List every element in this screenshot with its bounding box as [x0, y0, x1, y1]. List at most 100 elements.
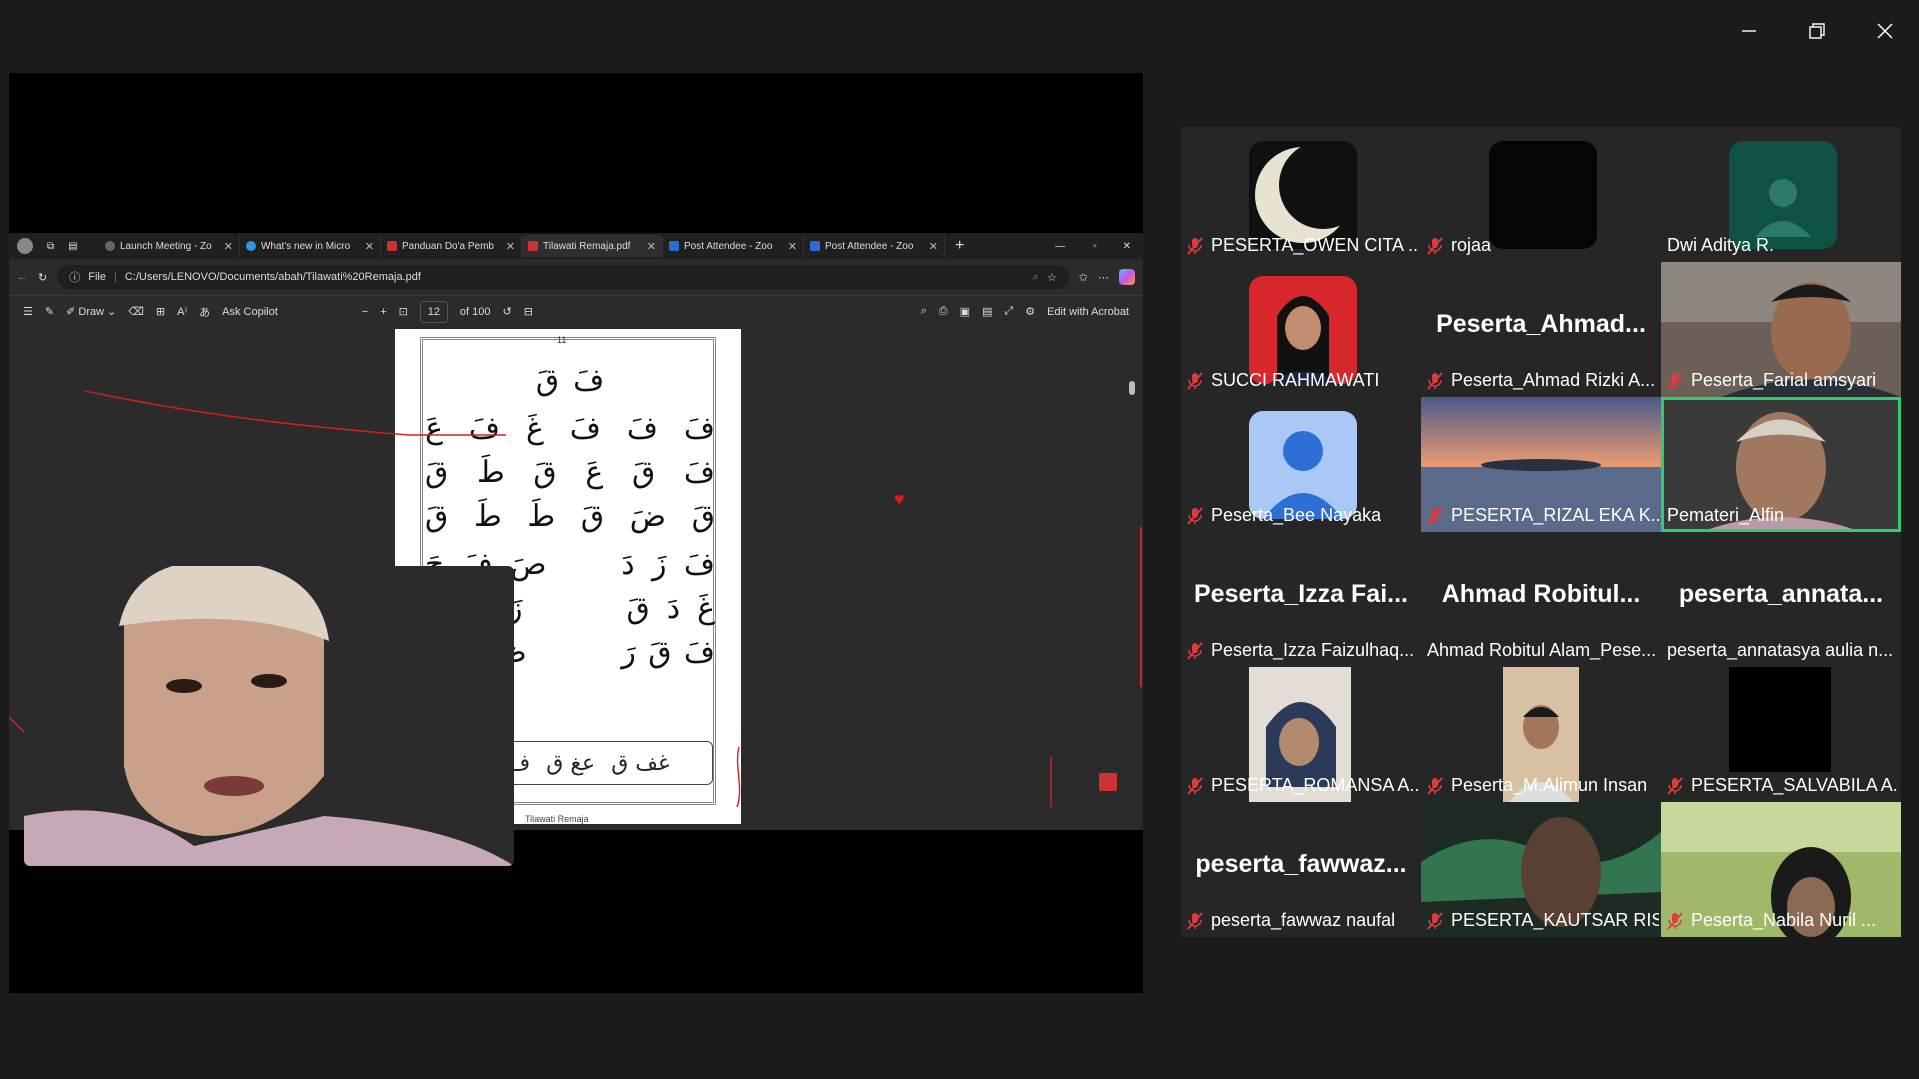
- close-tab-icon[interactable]: ✕: [929, 240, 938, 253]
- restore-button[interactable]: [1783, 0, 1851, 62]
- participant-name: rojaa: [1451, 235, 1492, 255]
- search-icon[interactable]: ⌕: [921, 305, 927, 318]
- presenter-video: [24, 566, 514, 866]
- presenter-face-image: [24, 566, 514, 866]
- participant-tile[interactable]: Peserta_Nabila Nuril ...: [1661, 802, 1901, 937]
- pdf-icon: [387, 241, 397, 251]
- participant-display-name: peserta_annata...: [1678, 580, 1884, 608]
- minimize-button[interactable]: [1715, 0, 1783, 62]
- copilot-icon[interactable]: [1119, 269, 1135, 285]
- close-button[interactable]: [1851, 0, 1919, 62]
- mic-muted-icon: [1187, 776, 1203, 795]
- zoom-out-icon[interactable]: −: [362, 306, 368, 318]
- fullscreen-icon[interactable]: ⤢: [1004, 305, 1013, 318]
- tab-bar: ⧉ ▤ Launch Meeting - Zo ✕ What's new in M…: [9, 233, 1143, 259]
- participant-name: Ahmad Robitul Alam_Pese...: [1427, 640, 1657, 660]
- address-bar-row: ← ↻ ⓘ File | C:/Users/LENOVO/Documents/a…: [9, 259, 1143, 295]
- close-tab-icon[interactable]: ✕: [506, 240, 515, 253]
- mic-muted-icon: [1427, 371, 1443, 390]
- heart-reaction-icon: ♥: [894, 489, 905, 509]
- acrobat-icon[interactable]: [1099, 773, 1117, 791]
- participant-display-name: peserta_fawwaz...: [1195, 850, 1407, 878]
- new-tab-icon[interactable]: +: [955, 237, 964, 255]
- participant-tile[interactable]: peserta_annata... peserta_annatasya auli…: [1661, 532, 1901, 667]
- participant-name: peserta_fawwaz naufal: [1211, 910, 1396, 930]
- participant-name: PESERTA_OWEN CITA ...: [1211, 235, 1419, 255]
- tab-post-attendee-1[interactable]: Post Attendee - Zoo ✕: [663, 235, 804, 257]
- tab-actions-icon[interactable]: ▤: [68, 241, 77, 252]
- zoom-icon: [810, 241, 820, 251]
- participant-tile[interactable]: Peserta_M.Alimun Insan: [1421, 667, 1661, 802]
- ask-copilot-button[interactable]: Ask Copilot: [222, 306, 278, 318]
- erase-icon[interactable]: ⌫: [128, 305, 144, 318]
- participant-tile[interactable]: PESERTA_RIZAL EKA K...: [1421, 397, 1661, 532]
- minimize-icon: [1742, 30, 1756, 32]
- collections-icon[interactable]: ⧉: [47, 241, 54, 252]
- zoom-icon[interactable]: ⌕: [1033, 271, 1039, 284]
- participant-name: peserta_annatasya aulia n...: [1667, 640, 1894, 660]
- participant-tile[interactable]: rojaa: [1421, 127, 1661, 262]
- zoom-in-icon[interactable]: +: [380, 306, 386, 318]
- participant-tile[interactable]: PESERTA_OWEN CITA ...: [1181, 127, 1421, 262]
- save-as-icon[interactable]: ▤: [982, 305, 992, 318]
- contents-icon[interactable]: ☰: [23, 305, 33, 318]
- settings-icon[interactable]: ⚙: [1025, 305, 1035, 318]
- read-aloud-icon[interactable]: A⁾: [177, 305, 187, 318]
- participant-tile[interactable]: PESERTA_ROMANSA A...: [1181, 667, 1421, 802]
- edge-icon: [246, 241, 256, 251]
- more-icon[interactable]: ⋯: [1098, 271, 1109, 284]
- participant-tile[interactable]: PESERTA_KAUTSAR RIS...: [1421, 802, 1661, 937]
- page-number-input[interactable]: 12: [419, 300, 448, 323]
- page-view-icon[interactable]: ⊟: [524, 305, 533, 318]
- tab-tilawati-remaja[interactable]: Tilawati Remaja.pdf ✕: [522, 235, 663, 257]
- mic-muted-icon: [1427, 776, 1443, 795]
- participant-name: PESERTA_SALVABILA A...: [1691, 775, 1899, 795]
- participant-tile[interactable]: Peserta_Bee Nayaka: [1181, 397, 1421, 532]
- participant-tile[interactable]: peserta_fawwaz... peserta_fawwaz naufal: [1181, 802, 1421, 937]
- favorite-star-icon[interactable]: ☆: [1047, 271, 1057, 284]
- close-tab-icon[interactable]: ✕: [224, 240, 233, 253]
- participant-video: [1729, 667, 1831, 772]
- refresh-icon[interactable]: ↻: [38, 271, 47, 284]
- address-bar[interactable]: ⓘ File | C:/Users/LENOVO/Documents/abah/…: [57, 265, 1069, 289]
- close-tab-icon[interactable]: ✕: [365, 240, 374, 253]
- participant-tile[interactable]: PESERTA_SALVABILA A...: [1661, 667, 1901, 802]
- participant-tile[interactable]: Ahmad Robitul... Ahmad Robitul Alam_Pese…: [1421, 532, 1661, 667]
- text-icon[interactable]: ⊞: [156, 305, 165, 318]
- close-icon[interactable]: ✕: [1123, 241, 1131, 252]
- mic-muted-icon: [1667, 371, 1683, 390]
- favorites-icon[interactable]: ✩: [1079, 271, 1088, 284]
- close-tab-icon[interactable]: ✕: [647, 240, 656, 253]
- participant-name: Peserta_Izza Faizulhaq...: [1211, 640, 1415, 660]
- close-tab-icon[interactable]: ✕: [788, 240, 797, 253]
- tab-post-attendee-2[interactable]: Post Attendee - Zoo ✕: [804, 235, 945, 257]
- back-icon[interactable]: ←: [17, 271, 28, 283]
- info-icon: ⓘ: [69, 272, 81, 284]
- window-controls: [1715, 0, 1919, 62]
- participant-tile[interactable]: Peserta_Ahmad... Peserta_Ahmad Rizki A..…: [1421, 262, 1661, 397]
- participant-tile[interactable]: Peserta_Izza Fai... Peserta_Izza Faizulh…: [1181, 532, 1421, 667]
- tab-panduan-doa[interactable]: Panduan Do'a Pemb ✕: [381, 235, 522, 257]
- tab-whats-new[interactable]: What's new in Micro ✕: [240, 235, 381, 257]
- avatar: [1249, 141, 1357, 249]
- profile-icon[interactable]: [17, 238, 33, 254]
- participant-tile[interactable]: Dwi Aditya R.: [1661, 127, 1901, 262]
- minimize-icon[interactable]: —: [1055, 241, 1065, 252]
- participant-name: Peserta_Nabila Nuril ...: [1691, 910, 1877, 930]
- avatar: [1249, 411, 1357, 519]
- print-icon[interactable]: ⎙: [939, 305, 948, 318]
- fit-page-icon[interactable]: ⊡: [399, 305, 408, 318]
- draw-button[interactable]: ✐ Draw ⌄: [66, 305, 116, 318]
- participant-tile[interactable]: Peserta_Farial amsyari: [1661, 262, 1901, 397]
- tab-launch-meeting[interactable]: Launch Meeting - Zo ✕: [99, 235, 240, 257]
- edit-with-acrobat-button[interactable]: Edit with Acrobat: [1047, 306, 1129, 318]
- participant-tile-active-speaker[interactable]: Pemateri_Alfin: [1661, 397, 1901, 532]
- rotate-icon[interactable]: ↺: [502, 305, 511, 318]
- pdf-toolbar: ☰ ✎ ✐ Draw ⌄ ⌫ ⊞ A⁾ あ Ask Copilot − + ⊡ …: [9, 295, 1143, 327]
- restore-icon[interactable]: ▫: [1093, 241, 1097, 252]
- participant-tile[interactable]: SUCCI RAHMAWATI: [1181, 262, 1421, 397]
- translate-icon[interactable]: あ: [199, 304, 210, 320]
- pdf-scrollbar[interactable]: [1129, 327, 1137, 830]
- highlight-icon[interactable]: ✎: [45, 305, 54, 318]
- save-icon[interactable]: ▣: [960, 305, 970, 318]
